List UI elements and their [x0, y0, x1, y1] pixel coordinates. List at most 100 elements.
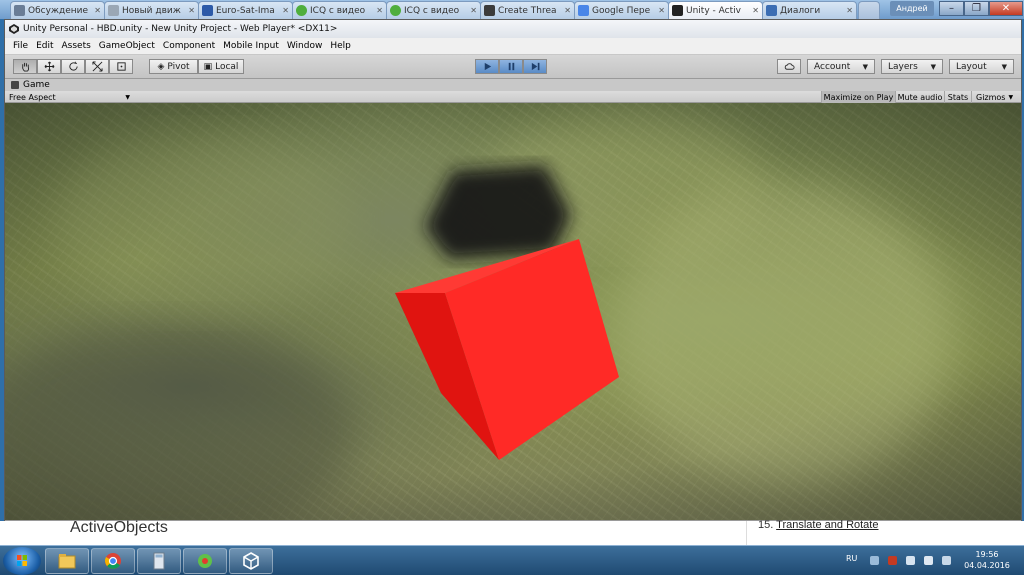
menu-edit[interactable]: Edit [32, 41, 57, 51]
account-label: Account [814, 61, 851, 72]
hand-tool-button[interactable] [13, 59, 37, 74]
gizmos-label: Gizmos [976, 92, 1006, 102]
pivot-toggle-button[interactable]: ◈ Pivot [149, 59, 198, 74]
taskbar-chrome[interactable] [91, 548, 135, 574]
local-label: Local [215, 61, 239, 72]
pivot-icon: ◈ [157, 61, 165, 72]
browser-tab-3[interactable]: Euro-Sat-Ima ✕ [198, 1, 293, 19]
icq-flower-icon [390, 5, 401, 16]
taskbar-explorer[interactable] [45, 548, 89, 574]
layout-label: Layout [956, 61, 987, 72]
taskbar-clock[interactable]: 19:56 04.04.2016 [964, 549, 1010, 571]
tray-volume-icon[interactable] [942, 556, 951, 565]
window-title: Unity Personal - HBD.unity - New Unity P… [23, 24, 338, 34]
play-icon [484, 62, 491, 71]
tray-antivirus-icon[interactable] [888, 556, 897, 565]
menu-file[interactable]: File [9, 41, 32, 51]
pause-button[interactable] [499, 59, 523, 74]
browser-tab-4[interactable]: ICQ с видео ✕ [292, 1, 387, 19]
menu-assets[interactable]: Assets [58, 41, 95, 51]
browser-tab-6[interactable]: Create Threa ✕ [480, 1, 575, 19]
browser-tab-9[interactable]: Диалоги ✕ [762, 1, 857, 19]
local-toggle-button[interactable]: ▣ Local [198, 59, 244, 74]
menu-component[interactable]: Component [159, 41, 219, 51]
minimize-button[interactable]: – [939, 1, 964, 16]
cloud-button[interactable] [777, 59, 801, 74]
taskbar-icq[interactable] [183, 548, 227, 574]
tab-label: Новый движ [122, 5, 181, 16]
close-icon[interactable]: ✕ [376, 6, 383, 15]
aspect-dropdown[interactable]: Free Aspect ▼ [9, 91, 130, 103]
user-profile-badge[interactable]: Андрей [890, 1, 934, 16]
start-button[interactable] [3, 547, 41, 575]
menu-mobile-input[interactable]: Mobile Input [219, 41, 283, 51]
system-tray: RU 19:56 04.04.2016 [840, 546, 1024, 575]
browser-tab-2[interactable]: Новый движ ✕ [104, 1, 199, 19]
menu-window[interactable]: Window [283, 41, 327, 51]
maximize-on-play-toggle[interactable]: Maximize on Play [821, 91, 895, 103]
play-button[interactable] [475, 59, 499, 74]
browser-tab-5[interactable]: ICQ с видео ✕ [386, 1, 481, 19]
account-dropdown[interactable]: Account ▼ [807, 59, 875, 74]
layout-dropdown[interactable]: Layout ▼ [949, 59, 1014, 74]
browser-tab-1[interactable]: Обсуждение ✕ [10, 1, 105, 19]
close-icon[interactable]: ✕ [282, 6, 289, 15]
icq-flower-icon [296, 5, 307, 16]
folder-icon [58, 554, 76, 569]
rotate-tool-button[interactable] [61, 59, 85, 74]
local-cube-icon: ▣ [203, 61, 213, 72]
unity-logo-icon [484, 5, 495, 16]
chevron-down-icon: ▼ [125, 93, 130, 101]
tab-game[interactable]: Game [11, 80, 50, 90]
unity-toolbar: ◈ Pivot ▣ Local Account ▼ Layers ▼ Layou… [5, 55, 1021, 79]
lesson-link[interactable]: Translate and Rotate [776, 519, 878, 531]
layers-dropdown[interactable]: Layers ▼ [881, 59, 943, 74]
rotate-icon [68, 61, 78, 71]
lesson-number: 15. [758, 519, 774, 531]
chrome-icon [105, 553, 121, 569]
unity-titlebar: Unity Personal - HBD.unity - New Unity P… [5, 20, 1021, 38]
browser-tab-strip: Обсуждение ✕ Новый движ ✕ Euro-Sat-Ima ✕… [0, 0, 1024, 19]
close-icon[interactable]: ✕ [94, 6, 101, 15]
tab-label: Euro-Sat-Ima [216, 5, 275, 16]
chevron-down-icon: ▼ [1001, 62, 1007, 71]
unity-logo-icon [243, 552, 259, 570]
browser-tab-7[interactable]: Google Пере ✕ [574, 1, 669, 19]
language-indicator[interactable]: RU [846, 554, 857, 563]
new-tab-button[interactable] [858, 1, 880, 19]
taskbar-unity[interactable] [229, 548, 273, 574]
tab-label: Диалоги [780, 5, 821, 16]
close-icon[interactable]: ✕ [752, 6, 759, 15]
menu-help[interactable]: Help [326, 41, 355, 51]
tray-arrow-icon[interactable] [870, 556, 879, 565]
chevron-down-icon: ▼ [1008, 93, 1014, 101]
tray-network-icon[interactable] [906, 556, 915, 565]
close-icon[interactable]: ✕ [188, 6, 195, 15]
lesson-link-item[interactable]: 15. Translate and Rotate [758, 519, 878, 531]
browser-tab-8-active[interactable]: Unity - Activ ✕ [668, 1, 763, 19]
calculator-icon [153, 552, 165, 570]
move-tool-button[interactable] [37, 59, 61, 74]
mute-audio-toggle[interactable]: Mute audio [895, 91, 944, 103]
close-window-button[interactable]: ✕ [989, 1, 1023, 16]
stats-toggle[interactable]: Stats [944, 91, 971, 103]
tray-battery-icon[interactable] [924, 556, 933, 565]
grass-patch [55, 133, 355, 313]
windows-logo-icon [17, 555, 27, 566]
close-icon[interactable]: ✕ [564, 6, 571, 15]
rect-tool-icon [116, 62, 126, 71]
maximize-button[interactable]: ❐ [964, 1, 989, 16]
close-icon[interactable]: ✕ [470, 6, 477, 15]
game-viewport[interactable] [5, 103, 1021, 520]
layers-label: Layers [888, 61, 918, 72]
rect-tool-button[interactable] [109, 59, 133, 74]
taskbar-calculator[interactable] [137, 548, 181, 574]
menu-gameobject[interactable]: GameObject [95, 41, 159, 51]
game-pacman-icon [11, 81, 19, 89]
close-icon[interactable]: ✕ [658, 6, 665, 15]
close-icon[interactable]: ✕ [846, 6, 853, 15]
scale-icon [91, 61, 103, 72]
scale-tool-button[interactable] [85, 59, 109, 74]
gizmos-dropdown[interactable]: Gizmos ▼ [971, 91, 1021, 103]
step-button[interactable] [523, 59, 547, 74]
